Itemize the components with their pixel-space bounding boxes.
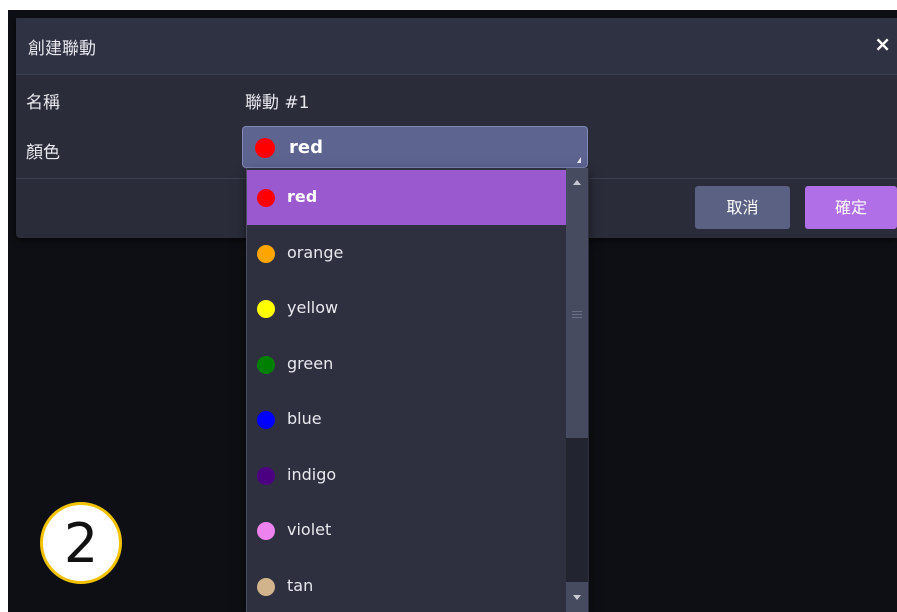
left-strip [0, 10, 8, 612]
color-dot-icon [257, 577, 275, 596]
dropdown-scrollbar[interactable] [566, 168, 588, 612]
color-option-label: yellow [287, 298, 339, 317]
select-caret-icon [577, 157, 581, 163]
color-option-violet[interactable]: violet [247, 503, 566, 558]
selected-color-dot-icon [255, 138, 275, 158]
color-dot-icon [257, 466, 275, 485]
scroll-grip-icon [572, 311, 582, 312]
color-dot-icon [257, 244, 275, 263]
page: 創建聯動 × 名稱 聯動 #1 顏色 red 取消 確定 red orange ye… [0, 0, 897, 612]
confirm-button[interactable]: 確定 [805, 186, 897, 229]
color-option-red[interactable]: red [247, 170, 566, 225]
scroll-down-button[interactable] [566, 582, 588, 612]
color-option-blue[interactable]: blue [247, 392, 566, 447]
color-option-tan[interactable]: tan [247, 559, 566, 612]
color-dropdown-list[interactable]: red orange yellow green blue indigo violet tan [246, 168, 589, 612]
close-icon[interactable]: × [874, 32, 891, 56]
name-label: 名稱 [26, 93, 60, 113]
color-option-label: blue [287, 409, 322, 428]
dialog-header: 創建聯動 × [16, 18, 897, 75]
cancel-button[interactable]: 取消 [695, 186, 790, 229]
top-strip [0, 0, 897, 10]
scroll-up-arrow-icon[interactable] [573, 180, 581, 185]
color-dot-icon [257, 355, 275, 374]
name-value[interactable]: 聯動 #1 [245, 88, 309, 113]
color-option-label: tan [287, 575, 314, 595]
color-option-yellow[interactable]: yellow [247, 281, 566, 336]
color-option-label: green [287, 353, 334, 373]
color-option-orange[interactable]: orange [247, 226, 566, 281]
dialog-title: 創建聯動 [28, 39, 96, 59]
color-option-label: violet [287, 520, 332, 539]
color-option-label: red [287, 187, 318, 206]
color-option-label: indigo [287, 464, 337, 484]
scrollbar-thumb[interactable] [566, 168, 588, 438]
color-dot-icon [257, 189, 275, 207]
color-label: 顏色 [26, 143, 60, 163]
color-option-green[interactable]: green [247, 337, 566, 392]
color-option-indigo[interactable]: indigo [247, 448, 566, 503]
color-dot-icon [257, 522, 275, 540]
color-dot-icon [257, 300, 275, 318]
scroll-down-arrow-icon[interactable] [573, 595, 581, 600]
color-dot-icon [257, 411, 275, 429]
step-number-badge: 2 [40, 502, 122, 584]
color-option-label: orange [287, 242, 344, 262]
color-select[interactable]: red [242, 126, 588, 168]
color-select-value: red [289, 137, 323, 158]
